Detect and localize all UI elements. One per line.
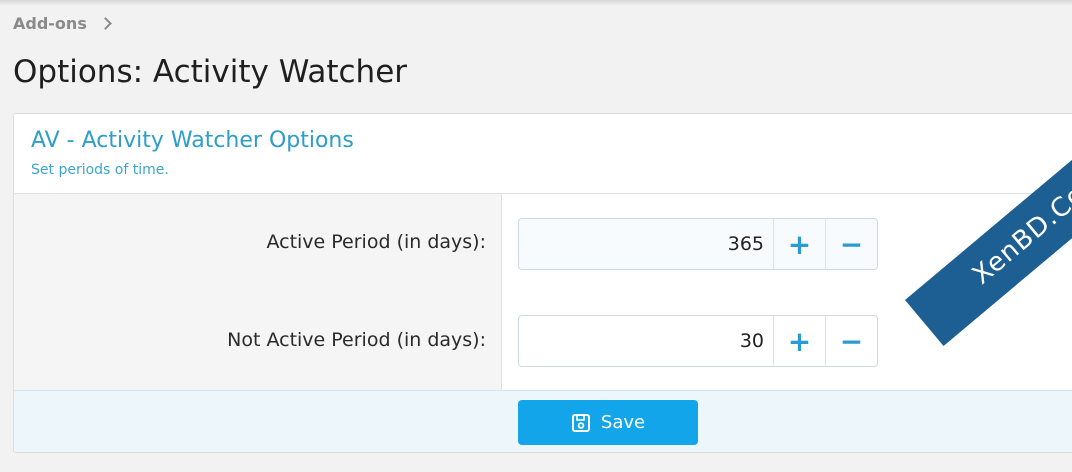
active-period-decrement-button[interactable]: − bbox=[825, 219, 877, 269]
active-period-increment-button[interactable]: + bbox=[774, 219, 825, 269]
active-period-stepper: + − bbox=[518, 218, 878, 270]
minus-icon: − bbox=[839, 324, 864, 358]
chevron-right-icon bbox=[98, 17, 112, 30]
not-active-period-decrement-button[interactable]: − bbox=[825, 316, 877, 366]
block-header: AV - Activity Watcher Options Set period… bbox=[14, 114, 1072, 194]
breadcrumb: Add-ons bbox=[13, 14, 112, 33]
breadcrumb-link-addons[interactable]: Add-ons bbox=[13, 14, 87, 33]
save-button[interactable]: Save bbox=[518, 400, 698, 445]
not-active-period-input[interactable] bbox=[519, 316, 774, 366]
minus-icon: − bbox=[839, 227, 864, 261]
block-description: Set periods of time. bbox=[31, 162, 169, 178]
label-column: Active Period (in days): Not Active Peri… bbox=[14, 194, 502, 390]
form-footer: Save bbox=[14, 390, 1072, 452]
options-block: AV - Activity Watcher Options Set period… bbox=[13, 113, 1072, 453]
active-period-input[interactable] bbox=[519, 219, 774, 269]
page-title: Options: Activity Watcher bbox=[13, 54, 408, 90]
plus-icon: + bbox=[787, 324, 812, 358]
block-title: AV - Activity Watcher Options bbox=[31, 128, 354, 153]
top-bar bbox=[0, 0, 1072, 5]
active-period-label: Active Period (in days): bbox=[266, 231, 486, 253]
plus-icon: + bbox=[787, 227, 812, 261]
not-active-period-label: Not Active Period (in days): bbox=[227, 329, 486, 351]
save-button-label: Save bbox=[600, 412, 646, 433]
not-active-period-increment-button[interactable]: + bbox=[774, 316, 825, 366]
floppy-disk-icon bbox=[571, 413, 590, 432]
not-active-period-stepper: + − bbox=[518, 315, 878, 367]
